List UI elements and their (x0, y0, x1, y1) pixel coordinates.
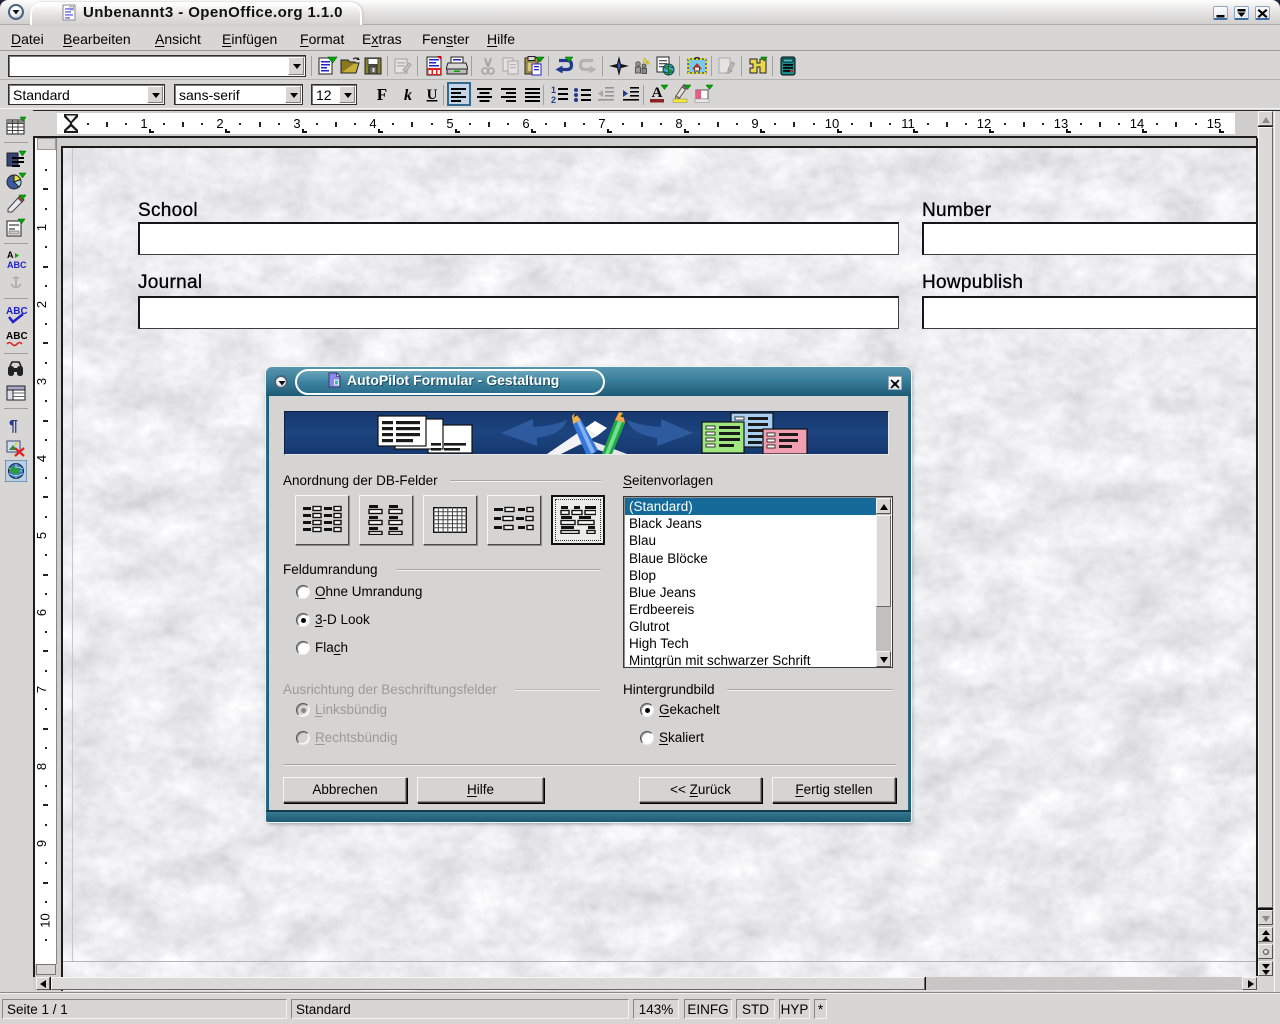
svg-text:2: 2 (551, 95, 556, 105)
svg-text:ABC: ABC (6, 306, 27, 317)
svg-text:A: A (652, 85, 663, 101)
svg-text:¶: ¶ (9, 418, 18, 435)
svg-text:ABC: ABC (6, 331, 27, 342)
svg-text:ABC: ABC (7, 260, 27, 270)
svg-text:1: 1 (551, 85, 556, 95)
svg-text:F: F (377, 85, 387, 104)
svg-text:k: k (404, 87, 412, 104)
svg-text:A: A (7, 250, 14, 260)
svg-text:U: U (427, 87, 438, 103)
